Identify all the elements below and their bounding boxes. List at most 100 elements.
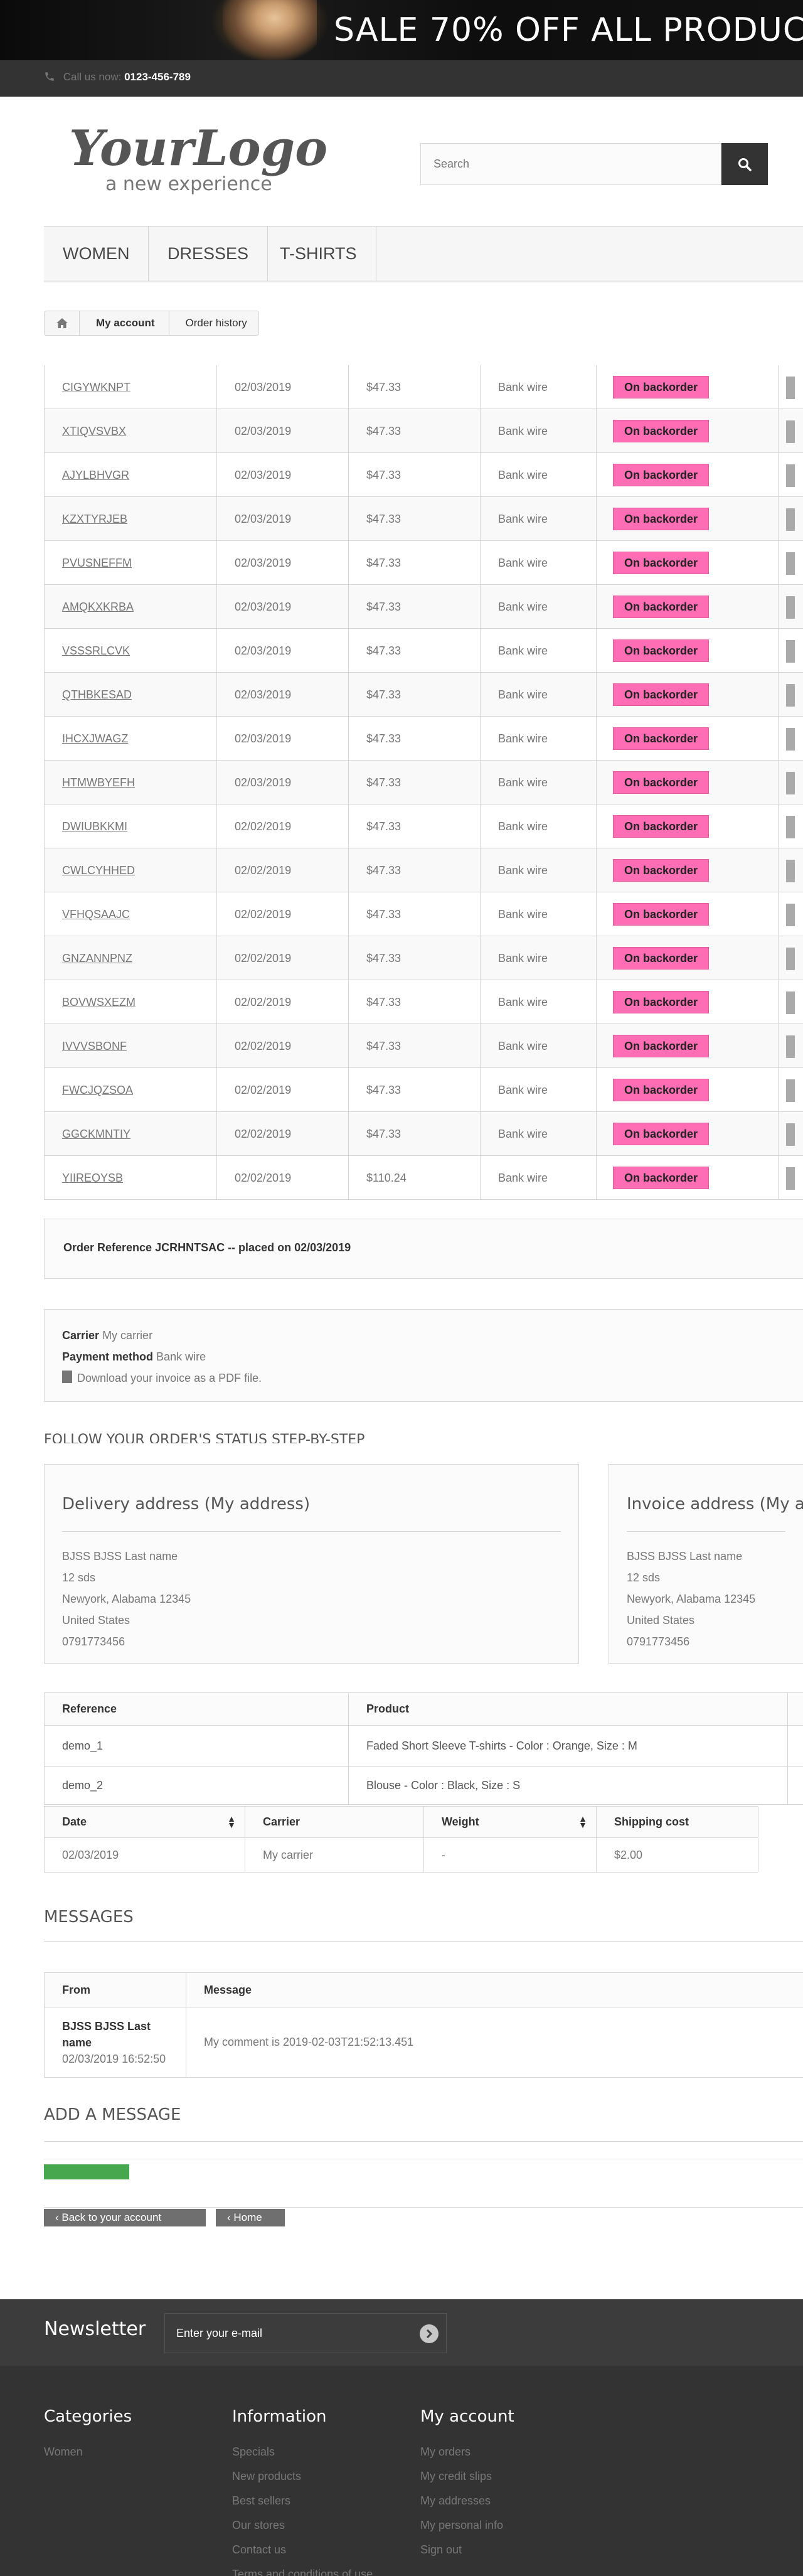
order-status-cell: On backorder bbox=[597, 980, 779, 1024]
footer-link[interactable]: My personal info bbox=[420, 2513, 514, 2538]
order-payment: Bank wire bbox=[481, 1156, 597, 1200]
search-button[interactable] bbox=[721, 143, 768, 185]
order-reference-link[interactable]: HTMWBYEFH bbox=[45, 761, 217, 804]
footer-link[interactable]: Women bbox=[44, 2440, 132, 2464]
shipping-header-date[interactable]: Date ▲ ▼ bbox=[45, 1807, 245, 1837]
order-total: $47.33 bbox=[349, 761, 481, 804]
breadcrumb-my-account[interactable]: My account bbox=[80, 311, 169, 335]
order-reference-link[interactable]: IHCXJWAGZ bbox=[45, 717, 217, 761]
order-reference-link[interactable]: GNZANNPNZ bbox=[45, 936, 217, 980]
order-reference-link[interactable]: IVVVSBONF bbox=[45, 1024, 217, 1068]
payment-line: Payment method Bank wire bbox=[62, 1346, 791, 1367]
table-row: PVUSNEFFM 02/03/2019 $47.33 Bank wire On bac… bbox=[44, 541, 803, 585]
order-status-cell: On backorder bbox=[597, 541, 779, 585]
order-reference-link[interactable]: BOVWSXEZM bbox=[45, 980, 217, 1024]
order-reference-link[interactable]: CWLCYHHED bbox=[45, 848, 217, 892]
delivery-country: United States bbox=[62, 1614, 130, 1627]
status-badge: On backorder bbox=[613, 508, 710, 530]
order-details-button[interactable] bbox=[779, 585, 803, 629]
details-button-edge bbox=[786, 1079, 795, 1103]
menu-item-women[interactable]: Women bbox=[44, 227, 149, 281]
order-details-button[interactable] bbox=[779, 1024, 803, 1068]
order-details-button[interactable] bbox=[779, 453, 803, 497]
menu-item-tshirts[interactable]: T-shirts bbox=[261, 227, 376, 281]
order-details-button[interactable] bbox=[779, 365, 803, 409]
messages-header-row: From Message bbox=[45, 1973, 803, 2007]
order-products-table: Reference Product demo_1 Faded Short Sle… bbox=[44, 1692, 803, 1805]
shipping-table: Date ▲ ▼ Carrier Weight ▲ ▼ Shipping cost 02… bbox=[44, 1806, 758, 1873]
follow-status-title: Follow your order's status step-by-step bbox=[44, 1432, 365, 1443]
message-text: My comment is 2019-02-03T21:52:13.451 bbox=[186, 2007, 803, 2077]
order-reference-link[interactable]: QTHBKESAD bbox=[45, 673, 217, 717]
order-reference-link[interactable]: CIGYWKNPT bbox=[45, 365, 217, 409]
order-details-button[interactable] bbox=[779, 673, 803, 717]
footer: Categories Women Information Specials Ne… bbox=[0, 2366, 803, 2576]
invoice-pdf-link[interactable]: Download your invoice as a PDF file. bbox=[77, 1372, 262, 1384]
order-details-button[interactable] bbox=[779, 892, 803, 936]
status-badge: On backorder bbox=[613, 991, 710, 1013]
table-row: HTMWBYEFH 02/03/2019 $47.33 Bank wire On bac… bbox=[44, 761, 803, 804]
order-payment: Bank wire bbox=[481, 541, 597, 585]
newsletter-email-input[interactable]: Enter your e-mail bbox=[164, 2313, 447, 2353]
order-date: 02/03/2019 bbox=[217, 497, 349, 541]
order-info-box: Carrier My carrier Payment method Bank w… bbox=[44, 1309, 803, 1402]
order-reference-link[interactable]: KZXTYRJEB bbox=[45, 497, 217, 541]
order-reference-link[interactable]: VSSSRLCVK bbox=[45, 629, 217, 673]
search-input[interactable] bbox=[420, 143, 721, 185]
order-details-button[interactable] bbox=[779, 541, 803, 585]
order-reference-link[interactable]: XTIQVSVBX bbox=[45, 409, 217, 453]
order-details-button[interactable] bbox=[779, 1112, 803, 1156]
order-reference-link[interactable]: YIIREOYSB bbox=[45, 1156, 217, 1200]
order-reference-link[interactable]: AJYLBHVGR bbox=[45, 453, 217, 497]
footer-link[interactable]: My credit slips bbox=[420, 2464, 514, 2489]
order-reference-link[interactable]: AMQKXKRBA bbox=[45, 585, 217, 629]
shipping-header-weight[interactable]: Weight ▲ ▼ bbox=[424, 1807, 597, 1837]
order-reference-link[interactable]: FWCJQZSOA bbox=[45, 1068, 217, 1112]
order-reference-link[interactable]: PVUSNEFFM bbox=[45, 541, 217, 585]
breadcrumb-home[interactable] bbox=[45, 311, 80, 335]
status-badge: On backorder bbox=[613, 639, 710, 662]
order-details-button[interactable] bbox=[779, 848, 803, 892]
order-details-button[interactable] bbox=[779, 497, 803, 541]
order-payment: Bank wire bbox=[481, 848, 597, 892]
home-button[interactable]: ‹ Home bbox=[216, 2209, 285, 2226]
order-details-button[interactable] bbox=[779, 409, 803, 453]
footer-link[interactable]: Best sellers bbox=[232, 2489, 373, 2513]
footer-link[interactable]: My orders bbox=[420, 2440, 514, 2464]
delivery-address-box: Delivery address (My address) BJSS BJSS … bbox=[44, 1464, 579, 1664]
order-details-button[interactable] bbox=[779, 1068, 803, 1112]
order-total: $47.33 bbox=[349, 980, 481, 1024]
table-row: KZXTYRJEB 02/03/2019 $47.33 Bank wire On bac… bbox=[44, 497, 803, 541]
footer-link[interactable]: Terms and conditions of use bbox=[232, 2562, 373, 2576]
order-details-button[interactable] bbox=[779, 804, 803, 848]
footer-link[interactable]: Our stores bbox=[232, 2513, 373, 2538]
order-details-button[interactable] bbox=[779, 980, 803, 1024]
order-payment: Bank wire bbox=[481, 892, 597, 936]
order-details-button[interactable] bbox=[779, 761, 803, 804]
search-bar bbox=[420, 143, 768, 185]
menu-item-dresses[interactable]: Dresses bbox=[149, 227, 269, 281]
footer-link[interactable]: Sign out bbox=[420, 2538, 514, 2562]
invoice-line[interactable]: Download your invoice as a PDF file. bbox=[62, 1367, 791, 1389]
footer-link[interactable]: My addresses bbox=[420, 2489, 514, 2513]
promo-banner[interactable]: SALE 70% OFF ALL PRODUCTS bbox=[0, 0, 803, 60]
order-reference-link[interactable]: GGCKMNTIY bbox=[45, 1112, 217, 1156]
footer-link[interactable]: New products bbox=[232, 2464, 373, 2489]
newsletter-submit-button[interactable] bbox=[420, 2324, 439, 2343]
order-details-button[interactable] bbox=[779, 1156, 803, 1200]
site-logo[interactable]: YourLogo a new experience bbox=[63, 116, 339, 198]
order-date: 02/03/2019 bbox=[217, 629, 349, 673]
footer-link[interactable]: Specials bbox=[232, 2440, 373, 2464]
delivery-name: BJSS BJSS Last name bbox=[62, 1550, 178, 1563]
order-details-button[interactable] bbox=[779, 717, 803, 761]
order-status-cell: On backorder bbox=[597, 936, 779, 980]
status-badge: On backorder bbox=[613, 464, 710, 486]
order-details-button[interactable] bbox=[779, 629, 803, 673]
order-reference-link[interactable]: VFHQSAAJC bbox=[45, 892, 217, 936]
back-to-account-button[interactable]: ‹ Back to your account bbox=[44, 2209, 206, 2226]
footer-link[interactable]: Contact us bbox=[232, 2538, 373, 2562]
order-total: $47.33 bbox=[349, 585, 481, 629]
order-details-button[interactable] bbox=[779, 936, 803, 980]
order-reference-link[interactable]: DWIUBKKMI bbox=[45, 804, 217, 848]
status-badge: On backorder bbox=[613, 815, 710, 838]
